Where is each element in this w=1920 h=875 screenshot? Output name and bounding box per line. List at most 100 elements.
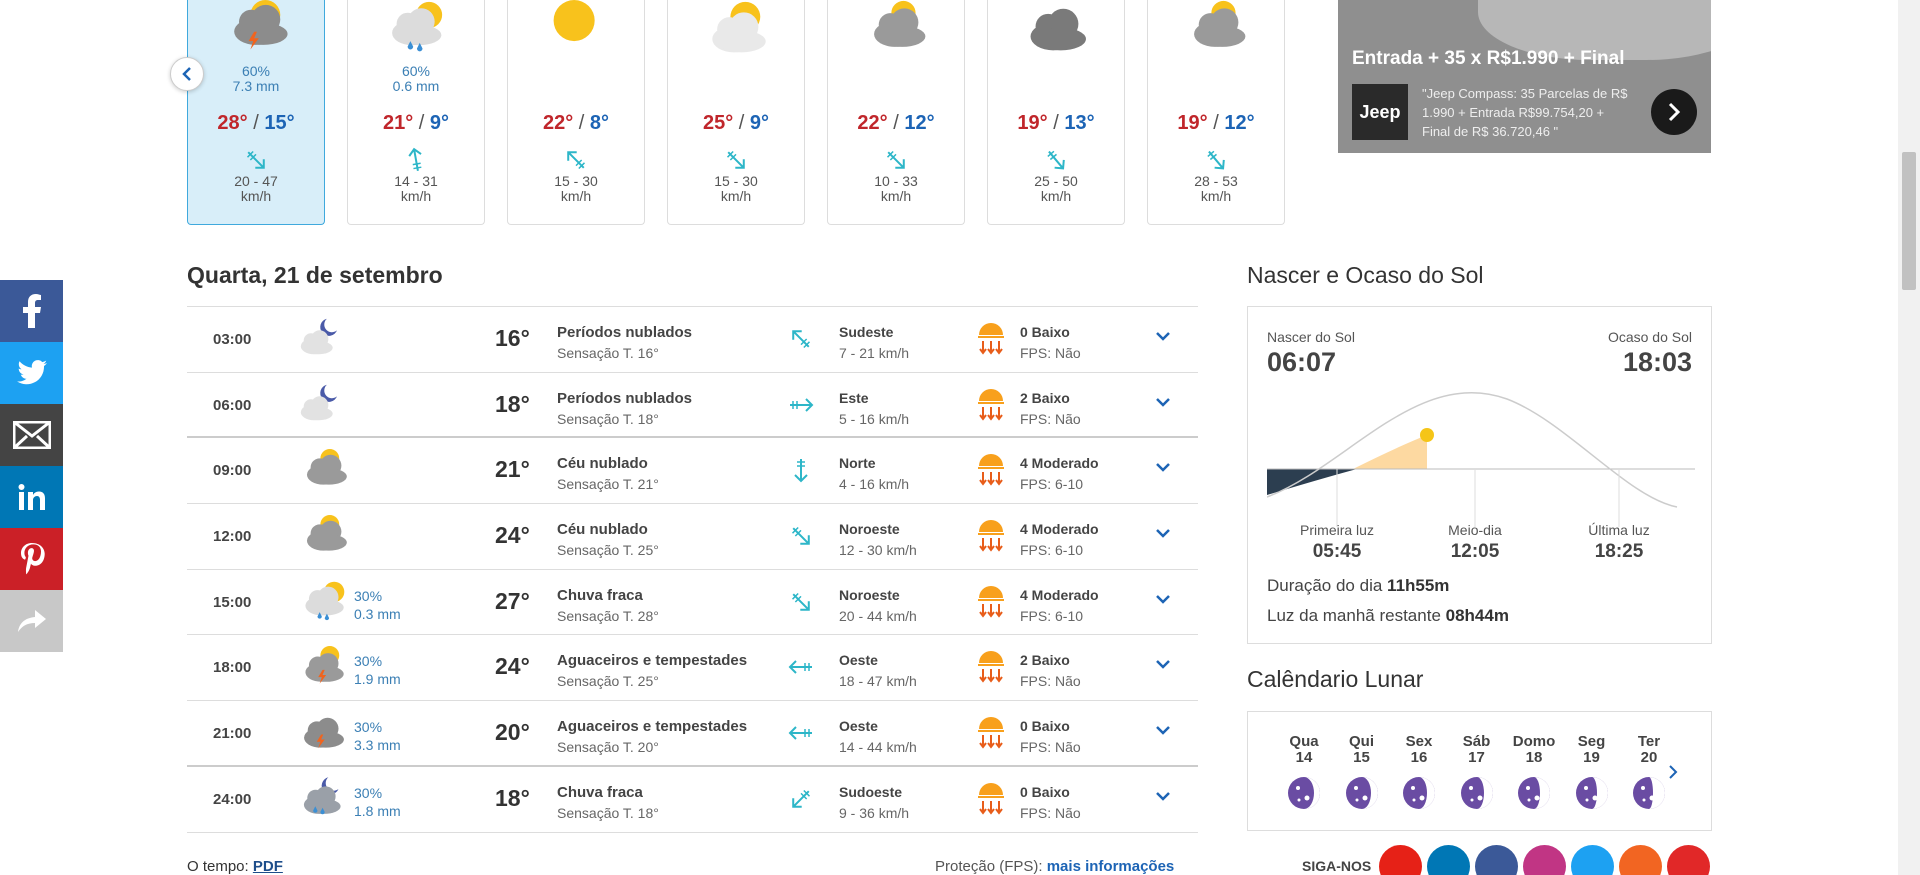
condition-text: Períodos nublados <box>557 389 693 407</box>
wind-info: 14 - 31 km/h <box>348 174 484 204</box>
rain-probability: 60% <box>401 63 431 79</box>
linkedin-icon[interactable] <box>1427 845 1470 875</box>
forecast-day-card[interactable]: 19° / 13° 25 - 50 km/h <box>987 0 1125 225</box>
advertisement[interactable]: Entrada + 35 x R$1.990 + Final Jeep "Jee… <box>1338 0 1711 153</box>
scrollbar-thumb[interactable] <box>1902 152 1916 290</box>
hourly-row[interactable]: 03:00 16° Períodos nublados Sensação T. … <box>187 307 1198 373</box>
moon-day[interactable]: Qui 15 <box>1336 734 1388 810</box>
rain-info: 60% 7.3 mm <box>188 64 324 94</box>
hourly-row[interactable]: 09:00 21° Céu nublado Sensação T. 21° No… <box>187 438 1198 505</box>
moon-phase-icon <box>1460 776 1494 810</box>
forecast-day-card[interactable]: 25° / 9° 15 - 30 km/h <box>667 0 805 225</box>
hourly-row[interactable]: 12:00 24° Céu nublado Sensação T. 25° No… <box>187 504 1198 570</box>
uv-index: 0 Baixo FPS: Não <box>1020 782 1081 824</box>
moon-day[interactable]: Sáb 17 <box>1451 734 1503 810</box>
wind: Noroeste 20 - 44 km/h <box>839 585 917 627</box>
moon-day[interactable]: Domo 18 <box>1508 734 1560 810</box>
min-temp: 15° <box>264 112 295 134</box>
hour-temperature: 18° <box>495 784 530 811</box>
feels-like: Sensação T. 16° <box>557 345 659 361</box>
expand-row-button[interactable] <box>1155 657 1171 674</box>
more-share-button[interactable] <box>0 590 63 652</box>
facebook-share-button[interactable] <box>0 280 63 342</box>
chevron-down-icon <box>1156 594 1170 604</box>
moon-day[interactable]: Sex 16 <box>1393 734 1445 810</box>
moon-weekday: Sáb <box>1462 733 1491 750</box>
uv-level: 0 Baixo <box>1020 783 1070 800</box>
forecast-day-card[interactable]: 60% 0.6 mm 21° / 9° 14 - 31 km/h <box>347 0 485 225</box>
youtube-icon[interactable] <box>1379 845 1422 875</box>
hourly-row[interactable]: 06:00 18° Períodos nublados Sensação T. … <box>187 373 1198 439</box>
fps-more-info-link[interactable]: mais informações <box>1047 858 1175 875</box>
twitter-icon[interactable] <box>1571 845 1614 875</box>
condition: Chuva fraca Sensação T. 18° <box>557 782 659 824</box>
expand-row-button[interactable] <box>1155 526 1171 543</box>
forecast-day-card[interactable]: 60% 7.3 mm 28° / 15° 20 - 47 km/h <box>187 0 325 225</box>
sun-icon <box>508 0 644 52</box>
moon-day[interactable]: Seg 19 <box>1566 734 1618 810</box>
uv-index: 0 Baixo FPS: Não <box>1020 716 1081 758</box>
facebook-icon[interactable] <box>1475 845 1518 875</box>
email-share-button[interactable] <box>0 404 63 466</box>
forecast-day-card[interactable]: 19° / 12° 28 - 53 km/h <box>1147 0 1285 225</box>
wind-speed: 10 - 33 <box>874 173 918 189</box>
expand-row-button[interactable] <box>1155 789 1171 806</box>
expand-row-button[interactable] <box>1155 723 1171 740</box>
rss-icon[interactable] <box>1619 845 1662 875</box>
rain-amount: 0.6 mm <box>392 78 440 94</box>
first-light-time: 05:45 <box>1312 541 1362 562</box>
pdf-link[interactable]: PDF <box>253 858 283 875</box>
pinterest-share-button[interactable] <box>0 528 63 590</box>
linkedin-icon <box>18 484 45 510</box>
max-temp: 22° <box>857 112 888 134</box>
thunderstorm-icon <box>188 0 324 52</box>
scrollbar[interactable] <box>1898 0 1920 875</box>
condition: Períodos nublados Sensação T. 18° <box>557 388 692 430</box>
chevron-right-icon <box>1668 102 1681 122</box>
hourly-forecast-table: 03:00 16° Períodos nublados Sensação T. … <box>187 306 1198 833</box>
moon-weekday: Domo <box>1512 733 1556 750</box>
uv-sun-icon <box>975 584 1007 624</box>
expand-row-button[interactable] <box>1155 460 1171 477</box>
expand-row-button[interactable] <box>1155 592 1171 609</box>
condition: Aguaceiros e tempestades Sensação T. 20° <box>557 716 747 758</box>
moon-phase-icon <box>1402 776 1436 810</box>
instagram-icon[interactable] <box>1523 845 1566 875</box>
remaining-light: Luz da manhã restante 08h44m <box>1267 606 1509 626</box>
uv-level: 2 Baixo <box>1020 652 1070 669</box>
wind-unit: km/h <box>720 188 752 204</box>
linkedin-share-button[interactable] <box>0 466 63 528</box>
wind-direction-icon <box>188 146 324 174</box>
previous-days-button[interactable] <box>170 57 204 91</box>
flipboard-icon[interactable] <box>1667 845 1710 875</box>
temp-separator: / <box>887 112 905 134</box>
hourly-row[interactable]: 15:00 30% 0.3 mm 27° Chuva fraca Sensaçã… <box>187 570 1198 636</box>
expand-row-button[interactable] <box>1155 329 1171 346</box>
last-light-time: 18:25 <box>1594 541 1644 562</box>
moon-phase-icon <box>1345 776 1379 810</box>
wind-info: 20 - 47 km/h <box>188 174 324 204</box>
hourly-row[interactable]: 18:00 30% 1.9 mm 24° Aguaceiros e tempes… <box>187 635 1198 702</box>
hourly-row[interactable]: 24:00 30% 1.8 mm 18° Chuva fraca Sensaçã… <box>187 767 1198 833</box>
moon-day[interactable]: Qua 14 <box>1278 734 1330 810</box>
wind-info: 28 - 53 km/h <box>1148 174 1284 204</box>
wind-unit: km/h <box>880 188 912 204</box>
forecast-day-card[interactable]: 22° / 8° 15 - 30 km/h <box>507 0 645 225</box>
expand-row-button[interactable] <box>1155 395 1171 412</box>
temperature-range: 28° / 15° <box>188 112 324 135</box>
hourly-row[interactable]: 21:00 30% 3.3 mm 20° Aguaceiros e tempes… <box>187 701 1198 767</box>
feels-like: Sensação T. 20° <box>557 739 659 756</box>
twitter-share-button[interactable] <box>0 342 63 404</box>
ad-next-button[interactable] <box>1651 89 1697 135</box>
hour-time: 12:00 <box>213 528 252 546</box>
temp-separator: / <box>247 112 265 134</box>
wind-speed: 15 - 30 <box>714 173 758 189</box>
forecast-day-card[interactable]: 22° / 12° 10 - 33 km/h <box>827 0 965 225</box>
fps-value: FPS: Não <box>1020 673 1081 690</box>
condition-text: Céu nublado <box>557 521 648 539</box>
hour-temperature: 20° <box>495 719 530 746</box>
fps-value: FPS: Não <box>1020 410 1081 427</box>
wind-direction-icon <box>787 522 815 554</box>
moon-day[interactable]: Ter 20 <box>1623 734 1675 810</box>
cloudy-icon <box>295 514 353 562</box>
